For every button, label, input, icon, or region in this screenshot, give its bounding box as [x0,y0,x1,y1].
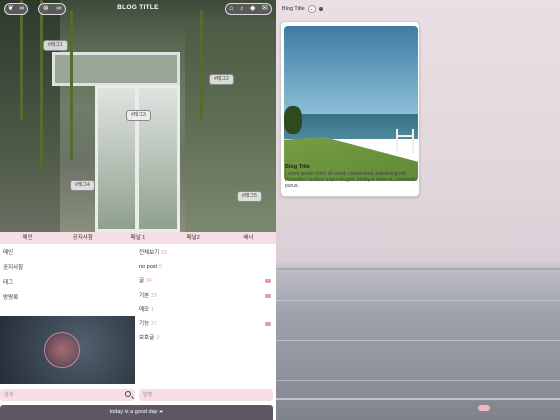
nav-bar: 메인 공지사항 패널 1 패널2 배너 [0,232,276,244]
guestbook-field[interactable]: 방명 [139,389,273,401]
nav-item-notice[interactable]: 공지사항 [55,232,110,244]
photo-wall-right [185,20,276,232]
bell-icon[interactable]: ♪ [240,4,244,14]
category-label: no post [139,264,158,271]
post-excerpt: Lorem ipsum dolor sit amet, consectetur … [285,171,418,189]
search-placeholder: 검색 [4,392,14,398]
search-icon[interactable] [125,391,131,397]
wave-line [276,380,560,381]
photo-tag[interactable]: #태그2 [209,74,234,85]
folder-icon[interactable] [265,321,271,326]
nav-item-panel2[interactable]: 패널2 [166,232,221,244]
chevron-down-icon[interactable]: ⌄ [307,5,316,13]
category-list: 전체보기 53 no post 0 글 24 기본 23 메모 1 기능 27 … [139,246,273,345]
photo-tag[interactable]: #태그4 [70,180,95,191]
wave-line [276,398,560,400]
home-icon[interactable]: ⌂ [229,4,233,14]
photo-door [95,85,180,232]
dot-icon [318,7,323,11]
category-label: 기본 [139,292,150,299]
top-bar: ❦ ∞ ⊗ ∞ BLOG TITLE ⌂ ♪ ◆ ✉ [0,0,276,18]
category-count: 27 [151,320,157,327]
mail-icon[interactable]: ✉ [262,4,268,14]
category-label: 글 [139,278,145,285]
category-count: 23 [151,292,157,299]
category-count: 3 [156,335,159,342]
thumb-fence [396,129,414,153]
menu-item-guestbook[interactable]: 방명록 [0,291,135,306]
post-blog-title[interactable]: Blog Title [282,6,305,12]
photo-tag[interactable]: #태그5 [237,191,262,202]
guestbook-placeholder: 방명 [143,392,153,398]
photo-wall [0,0,60,232]
vine [40,0,43,170]
category-item[interactable]: 기본 23 [139,289,273,303]
post-header: Blog Title ⌄ [282,5,323,13]
category-count: 1 [151,306,154,313]
category-item[interactable]: 메모 1 [139,303,273,317]
category-label: 보호글 [139,335,155,342]
horizon-line [276,268,560,270]
photo-tag[interactable]: #태그3 [126,110,151,121]
folder-icon[interactable] [265,293,271,298]
nav-item-main[interactable]: 메인 [0,232,55,244]
photo-tag[interactable]: #태그1 [43,40,68,51]
footer-bar[interactable]: today is a good day ⏶ [0,405,273,420]
category-item[interactable]: 전체보기 53 [139,246,273,260]
nav-item-panel1[interactable]: 패널 1 [110,232,165,244]
wave-line [276,340,560,341]
category-count: 24 [146,278,152,285]
scroll-indicator[interactable] [478,405,490,411]
category-item[interactable]: 보호글 3 [139,331,273,345]
category-item[interactable]: no post 0 [139,260,273,274]
post-thumbnail [284,26,418,181]
category-label: 전체보기 [139,250,160,256]
menu-item-notice[interactable]: 공지사항 [0,261,135,276]
category-label: 기능 [139,320,150,327]
category-item[interactable]: 글 24 [139,274,273,288]
category-count: 53 [161,250,167,256]
thumb-tree [284,106,302,134]
category-item[interactable]: 기능 27 [139,317,273,331]
blog-sidebar-panel: #태그1 #태그2 #태그3 #태그4 #태그5 ❦ ∞ ⊗ ∞ BLOG TI… [0,0,276,420]
jellyfish-bell [44,332,80,368]
jellyfish-image [0,316,135,384]
thumb-sky [284,26,418,114]
nav-item-banner[interactable]: 배너 [221,232,276,244]
menu-item-tag[interactable]: 태그 [0,276,135,291]
header-photo: #태그1 #태그2 #태그3 #태그4 #태그5 [0,0,276,232]
tag-icon[interactable]: ◆ [250,4,255,14]
vine [70,10,73,160]
menu-list: 메인 공지사항 태그 방명록 [0,246,135,306]
folder-icon[interactable] [265,279,271,284]
menu-item-main[interactable]: 메인 [0,246,135,261]
vine [20,0,23,120]
category-count: 0 [159,264,162,271]
right-icon-pill: ⌂ ♪ ◆ ✉ [225,3,272,15]
vine [200,10,203,120]
search-field[interactable]: 검색 [0,389,135,401]
category-label: 메모 [139,306,150,313]
post-title[interactable]: Blog Title [285,164,310,170]
wave-line [276,300,560,301]
post-card[interactable]: Blog Title Lorem ipsum dolor sit amet, c… [280,21,420,197]
